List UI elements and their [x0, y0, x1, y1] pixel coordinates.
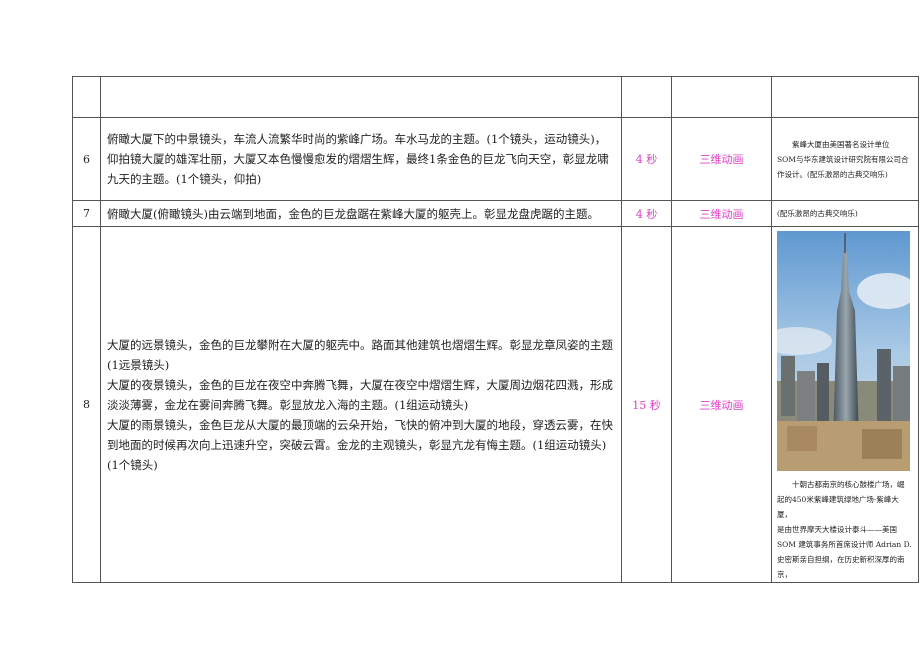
row-number: 6	[72, 117, 101, 201]
description-line: 到地面的时候再次向上迅速升空，突破云霄。金龙的主观镜头，彰显亢龙有悔主题。(1组…	[107, 437, 607, 452]
shot-type	[671, 76, 772, 118]
shot-duration: 4 秒	[621, 117, 672, 201]
description-line: 俯瞰大厦(俯瞰镜头)由云端到地面，金色的巨龙盘踞在紫峰大厦的躯壳上。彰显龙盘虎踞…	[107, 206, 599, 221]
skyscraper-photo	[777, 231, 910, 471]
description-line: 仰拍镜大厦的雄浑壮丽，大厦又本色慢慢愈发的熠熠生辉，最终1条金色的巨龙飞向天空，…	[107, 152, 609, 166]
shot-notes: 紫峰大厦由美国著名设计单位 SOM与华东建筑设计研究院有限公司合 作设计。(配乐…	[771, 117, 919, 201]
description-line: 淡淡薄雾，金龙在雾间奔腾飞舞。彰显放龙入海的主题。(1组运动镜头)	[107, 397, 469, 412]
note-line: (配乐激昂的古典交响乐)	[777, 209, 858, 218]
table-row: 7 俯瞰大厦(俯瞰镜头)由云端到地面，金色的巨龙盘踞在紫峰大厦的躯壳上。彰显龙盘…	[72, 200, 919, 227]
description-line: 大厦的远景镜头，金色的巨龙攀附在大厦的躯壳中。路面其他建筑也熠熠生辉。彰显龙章凤…	[107, 337, 613, 352]
description-line: 九天的主题。(1个镜头，仰拍)	[107, 172, 262, 186]
note-line: 史密斯亲自担纲，在历史新积深厚的南京，	[777, 555, 905, 579]
note-line: 紫峰大厦由美国著名设计单位	[792, 139, 890, 149]
shot-type: 三维动画	[671, 200, 772, 227]
shot-duration	[621, 76, 672, 118]
row-number	[72, 76, 101, 118]
shot-duration: 15 秒	[621, 226, 672, 583]
shot-description: 俯瞰大厦下的中景镜头，车流人流繁华时尚的紫峰广场。车水马龙的主题。(1个镜头，运…	[100, 117, 622, 201]
description-line: (1远景镜头)	[107, 357, 170, 372]
description-line: 大厦的夜景镜头，金色的巨龙在夜空中奔腾飞舞，大厦在夜空中熠熠生辉，大厦周边烟花四…	[107, 377, 613, 392]
note-line: 起的450米紫峰建筑绿地广场·紫峰大厦，	[777, 495, 899, 519]
row-number: 7	[72, 200, 101, 227]
note-line: 作设计。(配乐激昂的古典交响乐)	[777, 169, 888, 179]
description-line: 俯瞰大厦下的中景镜头，车流人流繁华时尚的紫峰广场。车水马龙的主题。(1个镜头，运…	[107, 132, 607, 146]
shot-type: 三维动画	[671, 226, 772, 583]
description-line: (1个镜头)	[107, 457, 158, 472]
table-row: 6 俯瞰大厦下的中景镜头，车流人流繁华时尚的紫峰广场。车水马龙的主题。(1个镜头…	[72, 117, 919, 201]
shot-description: 大厦的远景镜头，金色的巨龙攀附在大厦的躯壳中。路面其他建筑也熠熠生辉。彰显龙章凤…	[100, 226, 622, 583]
row-number: 8	[72, 226, 101, 583]
table-row: 8 大厦的远景镜头，金色的巨龙攀附在大厦的躯壳中。路面其他建筑也熠熠生辉。彰显龙…	[72, 226, 919, 583]
description-line: 大厦的雨景镜头，金色巨龙从大厦的最顶端的云朵开始，飞快的俯冲到大厦的地段，穿透云…	[107, 417, 613, 432]
shot-notes	[771, 76, 919, 118]
note-line: 是由世界摩天大楼设计泰斗——美国	[777, 525, 897, 534]
shot-notes: 十朝古都南京的核心鼓楼广场，崛 起的450米紫峰建筑绿地广场·紫峰大厦， 是由世…	[771, 226, 919, 583]
note-line: 十朝古都南京的核心鼓楼广场，崛	[792, 480, 905, 489]
storyboard-table: 6 俯瞰大厦下的中景镜头，车流人流繁华时尚的紫峰广场。车水马龙的主题。(1个镜头…	[72, 76, 919, 583]
note-line: SOM 建筑事务所首席设计师 Adrian D.	[777, 540, 912, 549]
shot-type: 三维动画	[671, 117, 772, 201]
note-line: SOM与华东建筑设计研究院有限公司合	[777, 154, 909, 164]
shot-duration: 4 秒	[621, 200, 672, 227]
shot-description	[100, 76, 622, 118]
shot-notes: (配乐激昂的古典交响乐)	[771, 200, 919, 227]
table-row	[72, 76, 919, 118]
skyscraper-illustration	[777, 231, 910, 471]
shot-description: 俯瞰大厦(俯瞰镜头)由云端到地面，金色的巨龙盘踞在紫峰大厦的躯壳上。彰显龙盘虎踞…	[100, 200, 622, 227]
